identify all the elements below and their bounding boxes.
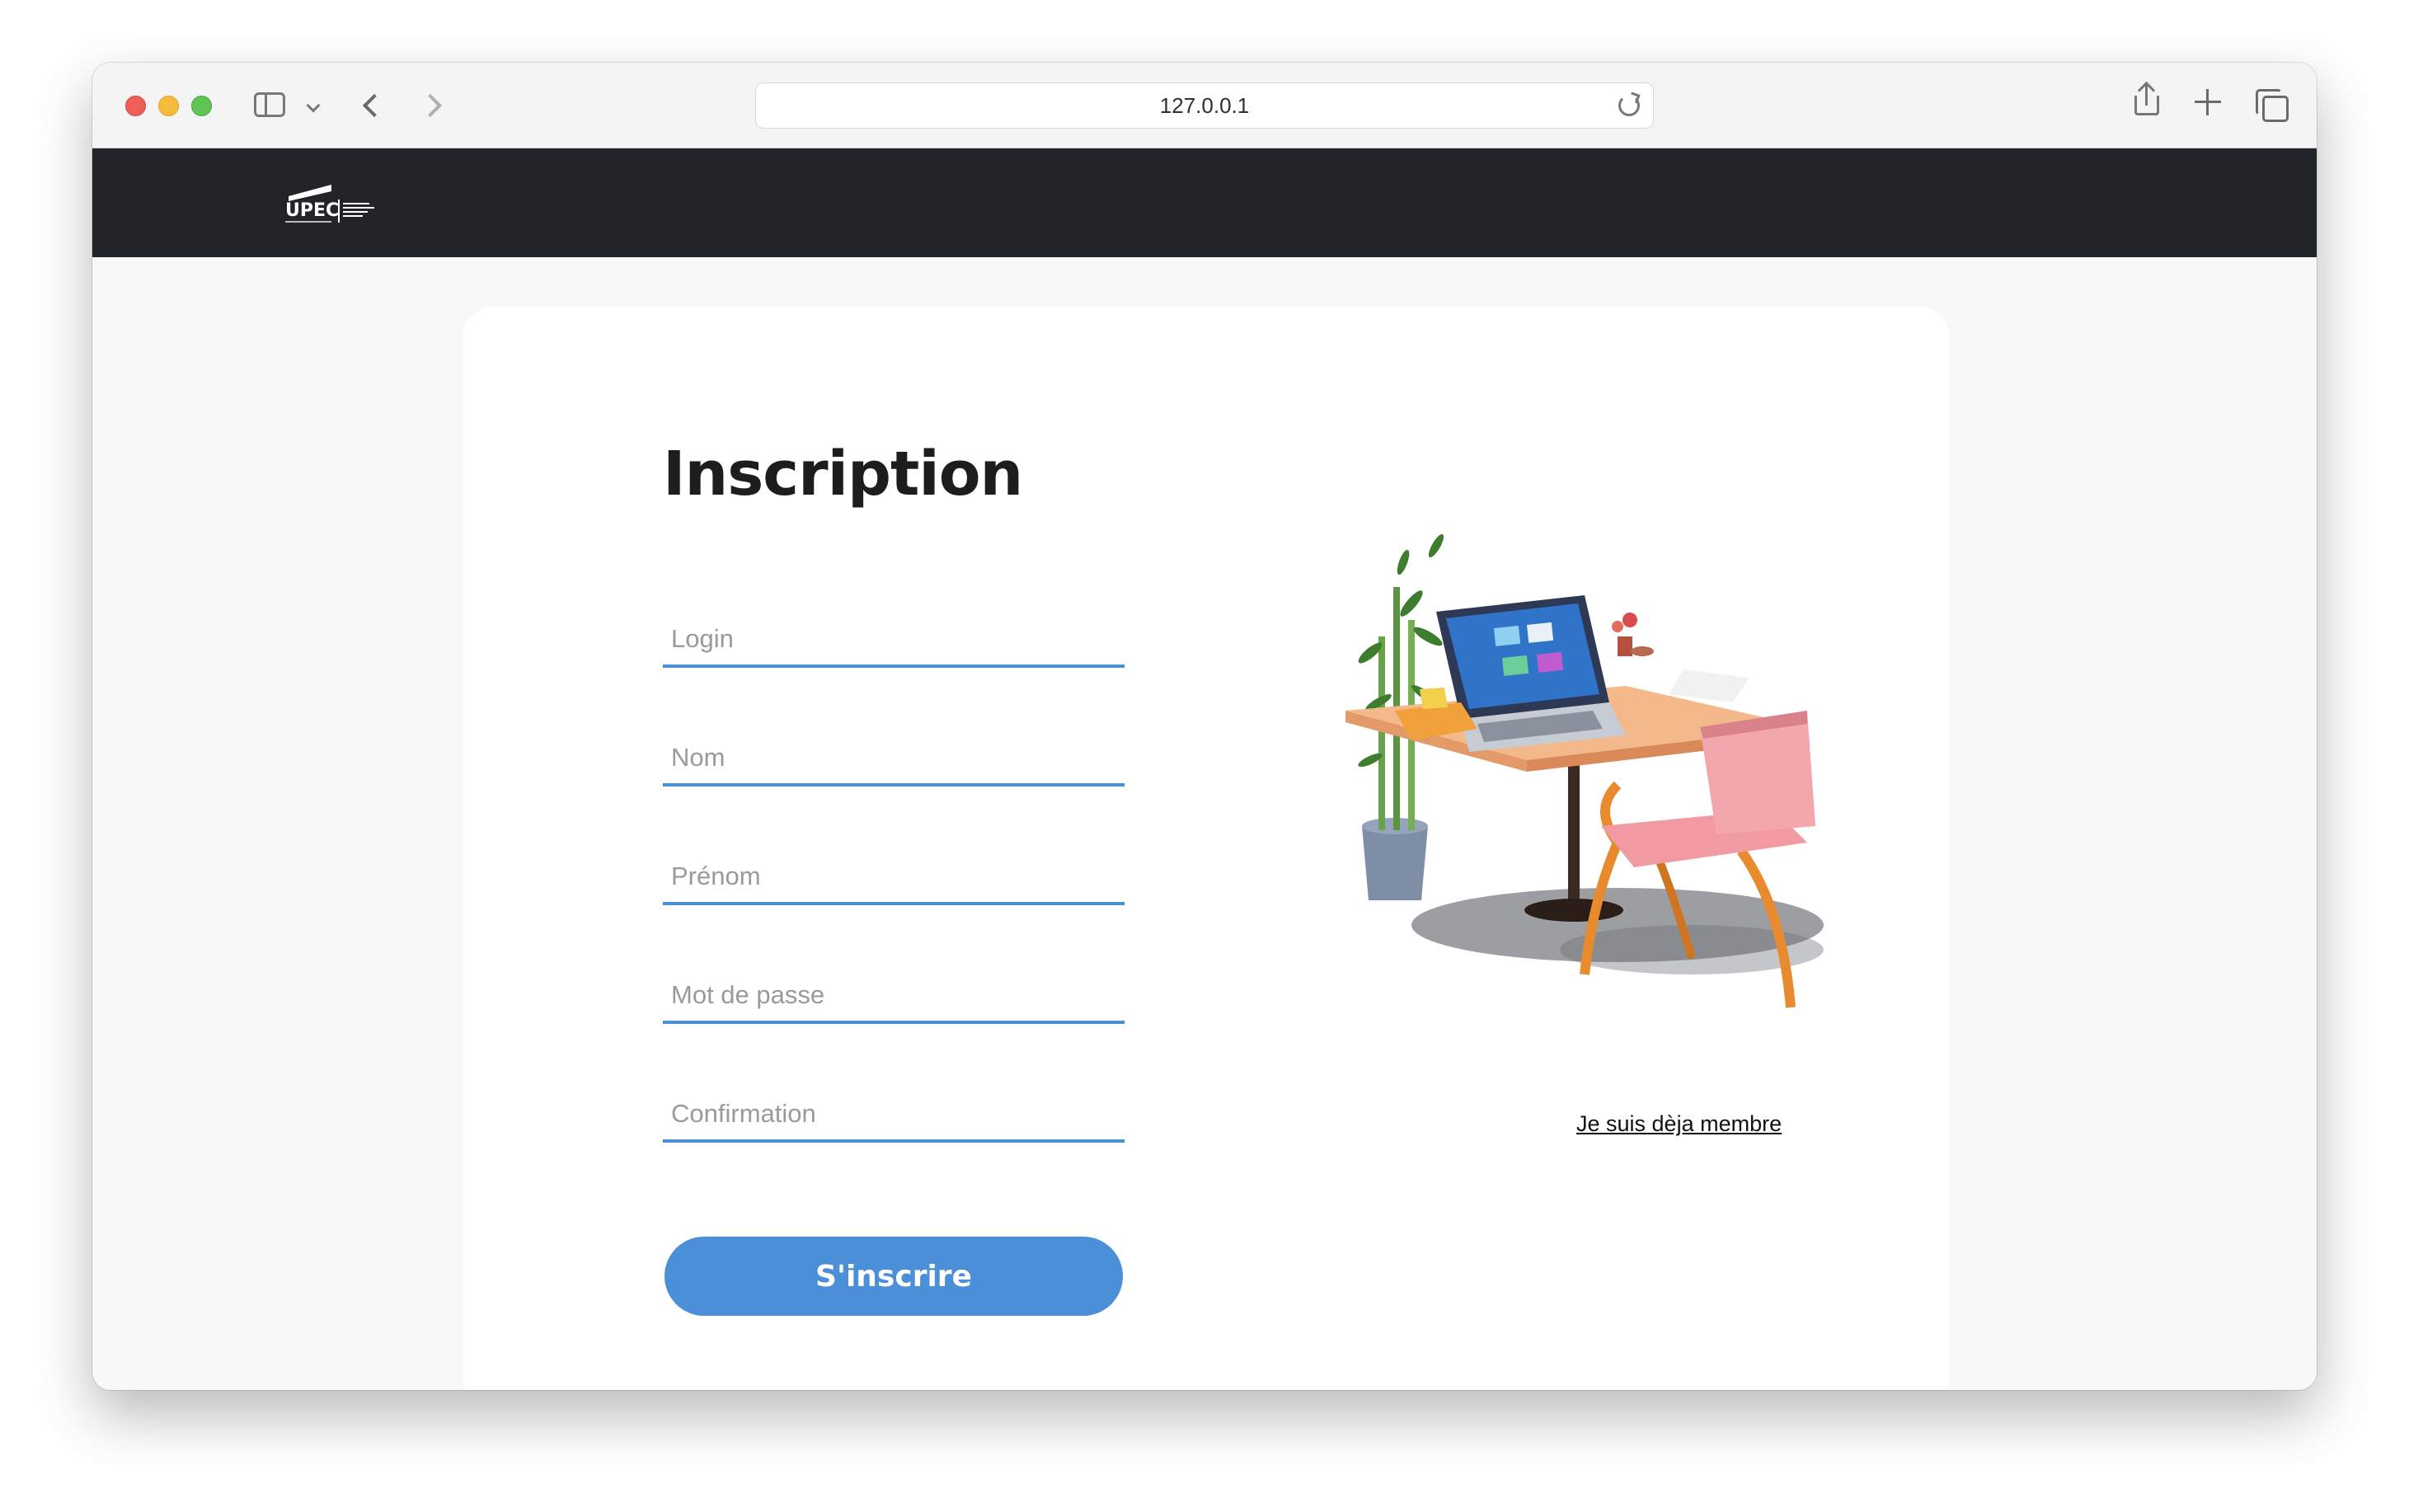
- login-input[interactable]: [663, 613, 1125, 668]
- tabs-overview-icon[interactable]: [2256, 89, 2289, 122]
- page-title: Inscription: [663, 439, 1023, 509]
- chevron-down-icon[interactable]: [306, 98, 321, 113]
- sidebar-icon[interactable]: [254, 92, 285, 117]
- confirmation-input[interactable]: [663, 1088, 1125, 1143]
- nom-input[interactable]: [663, 732, 1125, 787]
- back-icon[interactable]: [362, 93, 387, 118]
- close-window-button[interactable]: [125, 96, 146, 116]
- url-text: 127.0.0.1: [1159, 92, 1250, 118]
- reload-icon[interactable]: [1618, 95, 1640, 116]
- logo-text: UPEC: [285, 200, 339, 221]
- forward-icon[interactable]: [418, 93, 443, 118]
- share-icon[interactable]: [2134, 84, 2159, 115]
- signup-button[interactable]: S'inscrire: [664, 1237, 1123, 1316]
- prenom-input[interactable]: [663, 851, 1125, 905]
- site-header: UPEC: [92, 148, 2317, 257]
- desk-illustration: [1345, 533, 1824, 1008]
- browser-toolbar: 127.0.0.1: [92, 63, 2317, 148]
- signup-card: Inscription S'inscrire: [463, 307, 1949, 1390]
- page-content: Inscription S'inscrire: [92, 257, 2317, 1390]
- address-bar[interactable]: 127.0.0.1: [755, 82, 1654, 129]
- password-input[interactable]: [663, 970, 1125, 1024]
- upec-logo[interactable]: UPEC: [284, 181, 383, 228]
- already-member-link[interactable]: Je suis dèja membre: [1576, 1111, 1782, 1137]
- new-tab-icon[interactable]: [2195, 89, 2221, 115]
- minimize-window-button[interactable]: [158, 96, 179, 116]
- zoom-window-button[interactable]: [191, 96, 212, 116]
- browser-window: 127.0.0.1 UPEC Inscription Login Nom Pré…: [92, 63, 2317, 1390]
